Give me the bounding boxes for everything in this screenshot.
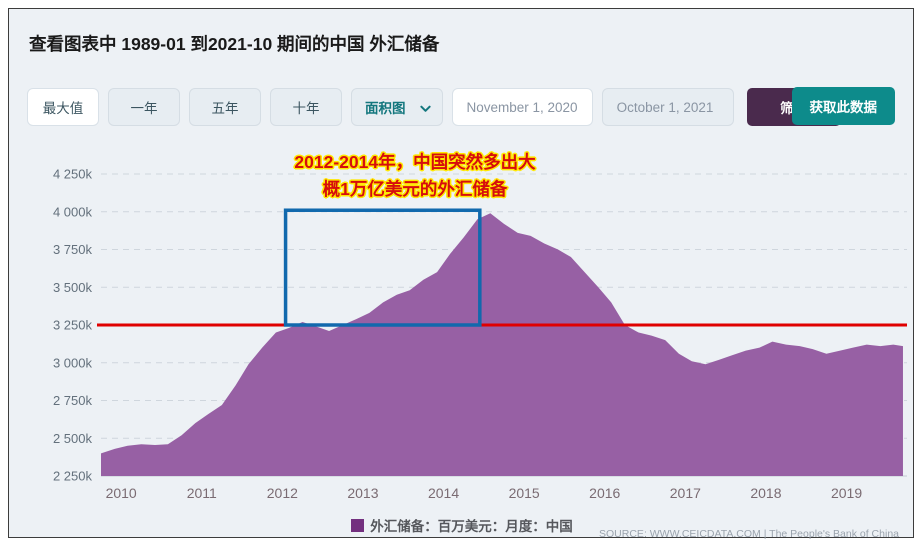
source-caption: SOURCE: WWW.CEICDATA.COM | The People's … bbox=[599, 528, 899, 540]
highlight-box bbox=[283, 208, 482, 327]
range-button-1y-label: 一年 bbox=[130, 101, 158, 116]
y-axis-tick-label: 3 000k bbox=[53, 355, 93, 370]
date-from-input[interactable]: November 1, 2020 bbox=[451, 88, 593, 126]
page-title: 查看图表中 1989-01 到2021-10 期间的中国 外汇储备 bbox=[29, 34, 440, 54]
get-data-button[interactable]: 获取此数据 bbox=[791, 87, 895, 125]
chart-card: 查看图表中 1989-01 到2021-10 期间的中国 外汇储备 最大值 一年… bbox=[8, 8, 914, 540]
x-axis-tick-label: 2013 bbox=[347, 485, 378, 501]
x-axis-tick-label: 2014 bbox=[428, 485, 459, 501]
area-series bbox=[101, 213, 903, 476]
chart-type-select-value: 面积图 bbox=[365, 101, 406, 116]
legend-swatch-icon bbox=[351, 518, 365, 532]
y-axis-tick-label: 2 750k bbox=[53, 393, 93, 408]
chevron-down-icon bbox=[419, 102, 431, 113]
annotation-line-1: 2012-2014年，中国突然多出大 bbox=[294, 152, 536, 172]
x-axis-tick-label: 2010 bbox=[106, 485, 137, 501]
y-axis-tick-label: 2 500k bbox=[53, 431, 93, 446]
chart-toolbar: 最大值 一年 五年 十年 面积图 November 1, 2020 Octobe… bbox=[27, 87, 841, 127]
x-axis-tick-label: 2019 bbox=[831, 485, 862, 501]
x-axis-tick-label: 2012 bbox=[267, 485, 298, 501]
range-button-max[interactable]: 最大值 bbox=[27, 88, 99, 126]
chart-annotation-text: 2012-2014年，中国突然多出大 概1万亿美元的外汇储备 bbox=[205, 149, 625, 203]
x-axis-tick-label: 2011 bbox=[187, 485, 217, 501]
date-to-input[interactable]: October 1, 2021 bbox=[601, 88, 734, 126]
y-axis-tick-label: 4 250k bbox=[53, 167, 93, 182]
range-button-max-label: 最大值 bbox=[42, 101, 84, 116]
range-button-5y-label: 五年 bbox=[211, 101, 239, 116]
y-axis-tick-label: 3 500k bbox=[53, 280, 93, 295]
legend-label: 外汇储备：百万美元：月度：中国 bbox=[370, 519, 573, 534]
get-data-button-label: 获取此数据 bbox=[809, 100, 878, 115]
y-axis-tick-label: 3 250k bbox=[53, 318, 93, 333]
y-axis-tick-label: 2 250k bbox=[53, 469, 93, 484]
range-button-10y-label: 十年 bbox=[292, 101, 320, 116]
x-axis-tick-label: 2016 bbox=[589, 485, 620, 501]
y-axis-tick-label: 4 000k bbox=[53, 204, 93, 219]
range-button-10y[interactable]: 十年 bbox=[270, 88, 342, 126]
annotation-line-2: 概1万亿美元的外汇储备 bbox=[322, 179, 508, 199]
date-to-value: October 1, 2021 bbox=[616, 99, 714, 115]
x-axis-tick-label: 2017 bbox=[670, 485, 701, 501]
chart-type-select[interactable]: 面积图 bbox=[351, 88, 443, 126]
y-axis-tick-label: 3 750k bbox=[53, 242, 93, 257]
date-from-value: November 1, 2020 bbox=[466, 99, 578, 115]
range-button-5y[interactable]: 五年 bbox=[189, 88, 261, 126]
x-axis-tick-label: 2018 bbox=[750, 485, 781, 501]
range-button-1y[interactable]: 一年 bbox=[108, 88, 180, 126]
x-axis-tick-label: 2015 bbox=[509, 485, 540, 501]
